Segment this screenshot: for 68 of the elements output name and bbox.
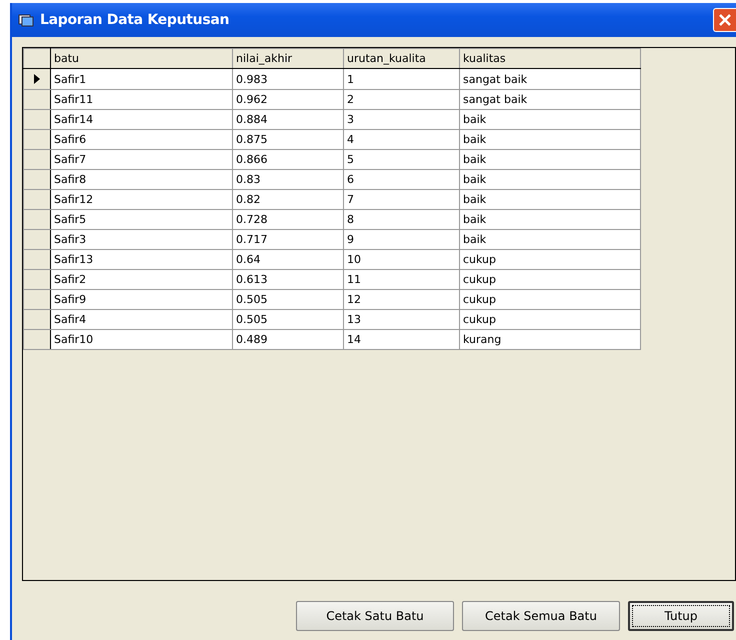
table-cell: 1	[344, 68, 460, 90]
table-cell: Safir9	[50, 290, 232, 310]
table-cell: Safir14	[50, 110, 232, 130]
table-cell: 7	[344, 190, 460, 210]
column-header[interactable]: urutan_kualita	[344, 48, 460, 68]
table-cell: kurang	[460, 330, 640, 350]
table-cell: baik	[460, 110, 640, 130]
table-cell: 4	[344, 130, 460, 150]
row-selector[interactable]	[24, 68, 50, 90]
table-cell: 3	[344, 110, 460, 130]
table-cell: Safir4	[50, 310, 232, 330]
table-cell: cukup	[460, 310, 640, 330]
table-cell: Safir12	[50, 190, 232, 210]
table-cell: baik	[460, 130, 640, 150]
table-cell: Safir10	[50, 330, 232, 350]
table-cell: Safir5	[50, 210, 232, 230]
table-cell: 0.983	[232, 68, 344, 90]
table-cell: 8	[344, 210, 460, 230]
table-cell: 0.866	[232, 150, 344, 170]
table-cell: Safir13	[50, 250, 232, 270]
table-cell: 0.505	[232, 310, 344, 330]
table-cell: 0.613	[232, 270, 344, 290]
table-cell: 11	[344, 270, 460, 290]
table-cell: 0.489	[232, 330, 344, 350]
table-cell: 5	[344, 150, 460, 170]
print-all-button[interactable]: Cetak Semua Batu	[462, 601, 620, 631]
table-cell: 0.83	[232, 170, 344, 190]
table-cell: 0.64	[232, 250, 344, 270]
table-cell: baik	[460, 170, 640, 190]
table-cell: sangat baik	[460, 90, 640, 110]
table-cell: cukup	[460, 290, 640, 310]
table-cell: 10	[344, 250, 460, 270]
close-button[interactable]: Tutup	[628, 601, 734, 631]
window-icon	[18, 13, 34, 27]
table-cell: 0.728	[232, 210, 344, 230]
table-cell: Safir7	[50, 150, 232, 170]
table-cell: Safir2	[50, 270, 232, 290]
table-cell: 13	[344, 310, 460, 330]
column-header[interactable]: batu	[50, 48, 232, 68]
table-cell: 0.82	[232, 190, 344, 210]
table-cell: Safir3	[50, 230, 232, 250]
table-cell: 9	[344, 230, 460, 250]
table-cell: cukup	[460, 270, 640, 290]
table-cell: 0.505	[232, 290, 344, 310]
table-cell: 2	[344, 90, 460, 110]
row-pointer-icon	[34, 74, 40, 84]
close-icon[interactable]	[713, 8, 736, 32]
table-cell: baik	[460, 190, 640, 210]
table-cell: baik	[460, 210, 640, 230]
table-cell: 0.717	[232, 230, 344, 250]
table-cell: 0.884	[232, 110, 344, 130]
table-cell: Safir1	[50, 68, 232, 90]
table-cell: sangat baik	[460, 68, 640, 90]
table-cell: Safir11	[50, 90, 232, 110]
table-cell: baik	[460, 230, 640, 250]
print-one-button[interactable]: Cetak Satu Batu	[296, 601, 454, 631]
table-cell: cukup	[460, 250, 640, 270]
table-cell: 0.962	[232, 90, 344, 110]
table-cell: Safir6	[50, 130, 232, 150]
table-cell: 6	[344, 170, 460, 190]
window-title: Laporan Data Keputusan	[40, 12, 230, 28]
table-cell: 14	[344, 330, 460, 350]
table-cell: 12	[344, 290, 460, 310]
table-cell: 0.875	[232, 130, 344, 150]
table-cell: baik	[460, 150, 640, 170]
column-header[interactable]: kualitas	[460, 48, 640, 68]
table-cell: Safir8	[50, 170, 232, 190]
column-header[interactable]: nilai_akhir	[232, 48, 344, 68]
